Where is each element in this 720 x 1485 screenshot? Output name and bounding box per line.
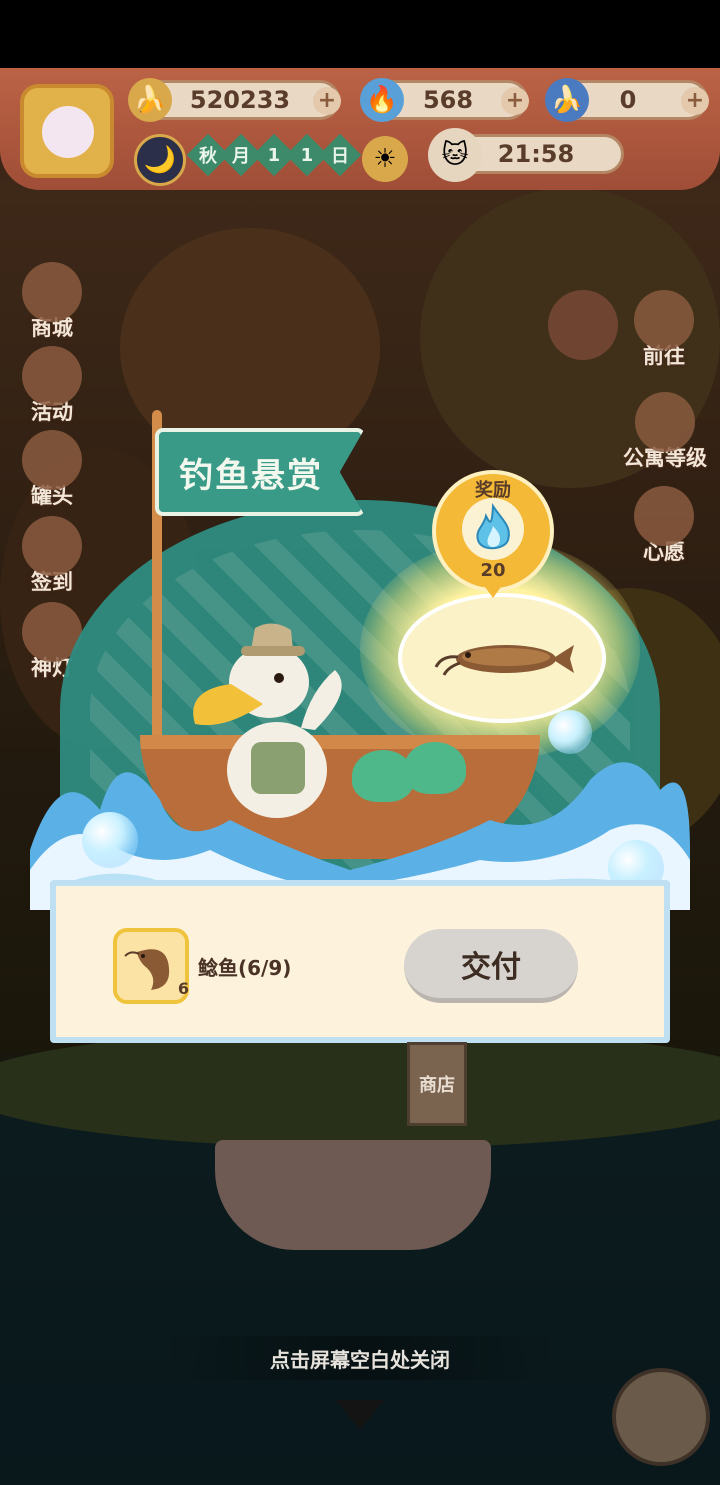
status-bar bbox=[0, 0, 720, 68]
fish-name-progress: 鲶鱼(6/9) bbox=[198, 956, 292, 980]
sun-weather-icon[interactable]: ☀ bbox=[362, 136, 408, 182]
game-time-value: 21:58 bbox=[497, 140, 575, 168]
close-hint: 点击屏幕空白处关闭 bbox=[160, 1336, 560, 1380]
gift-icon bbox=[22, 346, 82, 406]
blue-flame-icon bbox=[462, 498, 524, 560]
fish-count: 6 bbox=[177, 979, 189, 998]
bounty-title: 钓鱼悬赏 bbox=[179, 455, 323, 496]
shop-boat[interactable] bbox=[215, 1140, 491, 1250]
player-avatar[interactable] bbox=[20, 84, 114, 178]
bubble-icon bbox=[82, 812, 138, 868]
shop-icon bbox=[22, 262, 82, 322]
add-blue-banana-button[interactable]: + bbox=[681, 87, 709, 115]
chevron-down-icon[interactable] bbox=[336, 1400, 384, 1430]
day-night-clock-icon: 🌙 bbox=[134, 134, 186, 186]
blue-flame-icon: 🔥 bbox=[360, 78, 404, 122]
add-banana-button[interactable]: + bbox=[313, 87, 341, 115]
bounty-flag: 钓鱼悬赏 bbox=[155, 428, 365, 516]
cat-badge-icon bbox=[635, 392, 695, 452]
bubble-icon bbox=[548, 710, 592, 754]
reward-label: 奖励 bbox=[475, 480, 511, 501]
compass-button-icon[interactable] bbox=[548, 290, 618, 360]
side-item-checkin[interactable]: 签到 bbox=[16, 516, 88, 596]
side-item-can[interactable]: 罐头 bbox=[16, 430, 88, 510]
side-item-go[interactable]: 前往 bbox=[628, 290, 700, 370]
side-item-events[interactable]: 活动 bbox=[16, 346, 88, 426]
reward-amount: 20 bbox=[480, 560, 506, 581]
fish-inventory-slot: 6 bbox=[113, 928, 189, 1004]
flame-currency-value: 568 bbox=[422, 86, 474, 114]
side-item-wish[interactable]: 心愿 bbox=[628, 486, 700, 566]
can-icon bbox=[22, 430, 82, 490]
banana-icon: 🍌 bbox=[128, 78, 172, 122]
cat-clock-icon[interactable]: 🐱 bbox=[428, 128, 482, 182]
yarn-ball-icon[interactable] bbox=[612, 1368, 710, 1466]
side-item-apartment-level[interactable]: 公寓等级 bbox=[612, 392, 718, 472]
heart-book-icon bbox=[634, 486, 694, 546]
avatar-face-icon bbox=[42, 106, 94, 158]
catfish-icon bbox=[124, 949, 170, 990]
blue-banana-currency-value: 0 bbox=[619, 86, 637, 114]
map-pin-icon bbox=[634, 290, 694, 350]
shop-sign[interactable]: 商店 bbox=[407, 1042, 467, 1126]
deliver-button[interactable]: 交付 bbox=[404, 929, 578, 1003]
reward-badge: 奖励 20 bbox=[432, 470, 554, 602]
blue-banana-icon: 🍌 bbox=[545, 78, 589, 122]
banana-currency-value: 520233 bbox=[189, 86, 291, 114]
add-flame-button[interactable]: + bbox=[501, 87, 529, 115]
side-item-shop[interactable]: 商城 bbox=[16, 262, 88, 342]
calendar-icon bbox=[22, 516, 82, 576]
